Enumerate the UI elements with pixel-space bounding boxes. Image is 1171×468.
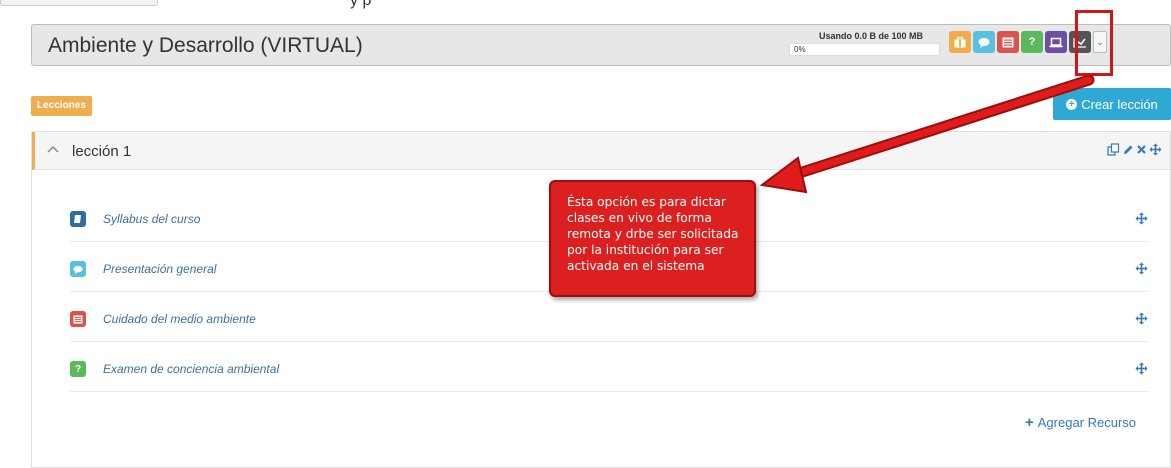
edit-pencil-icon[interactable] [1122,144,1134,156]
resource-label[interactable]: Syllabus del curso [103,212,200,226]
list-document-icon [70,311,86,327]
live-class-button[interactable] [1045,31,1067,53]
add-resource-link[interactable]: + Agregar Recurso [1025,414,1136,431]
plus-icon: + [1025,414,1034,431]
forum-button[interactable] [973,31,995,53]
briefcase-icon [954,36,966,47]
resource-row[interactable]: Cuidado del medio ambiente [70,298,1148,342]
storage-label: Usando 0.0 B de 100 MB [819,31,924,41]
plus-circle-icon: + [1066,98,1078,110]
delete-x-icon[interactable] [1136,144,1147,155]
move-icon[interactable] [1135,212,1148,225]
top-tab-fragment [0,0,158,6]
add-resource-label: Agregar Recurso [1037,415,1137,430]
move-icon[interactable] [1135,262,1148,275]
top-text-fragment: y p [350,0,372,9]
create-lesson-label: Crear lección [1081,96,1158,112]
resource-label[interactable]: Presentación general [103,262,216,276]
chat-bubble-icon [978,37,990,48]
question-icon: ? [70,361,86,377]
course-title: Ambiente y Desarrollo (VIRTUAL) [48,34,363,57]
annotation-callout: Ésta opción es para dictar clases en viv… [549,180,756,297]
duplicate-icon[interactable] [1107,143,1120,156]
book-icon [70,211,86,227]
course-header: Ambiente y Desarrollo (VIRTUAL) Usando 0… [31,24,1171,66]
resource-label[interactable]: Examen de conciencia ambiental [103,362,279,376]
storage-percent: 0% [794,45,806,54]
move-icon[interactable] [1149,143,1162,156]
list-document-icon [1002,37,1014,47]
question-icon: ? [1028,36,1036,48]
laptop-icon [1049,37,1063,47]
document-button[interactable] [997,31,1019,53]
move-icon[interactable] [1135,312,1148,325]
lessons-badge: Lecciones [31,96,92,116]
chevron-up-icon[interactable] [47,145,59,153]
create-lesson-button[interactable]: + Crear lección [1053,88,1171,120]
resource-label[interactable]: Cuidado del medio ambiente [103,312,256,326]
storage-progress-bar: 0% [789,43,940,56]
resource-row[interactable]: ? Examen de conciencia ambiental [70,348,1148,392]
lesson-header[interactable]: lección 1 [32,132,1170,170]
chat-bubble-icon [70,261,86,277]
quiz-button[interactable]: ? [1021,31,1043,53]
lesson-actions [1107,143,1162,156]
lesson-title: lección 1 [72,143,132,160]
move-icon[interactable] [1135,362,1148,375]
briefcase-button[interactable] [949,31,971,53]
storage-usage: Usando 0.0 B de 100 MB 0% [789,31,940,56]
highlight-annotation-box [1075,10,1113,76]
